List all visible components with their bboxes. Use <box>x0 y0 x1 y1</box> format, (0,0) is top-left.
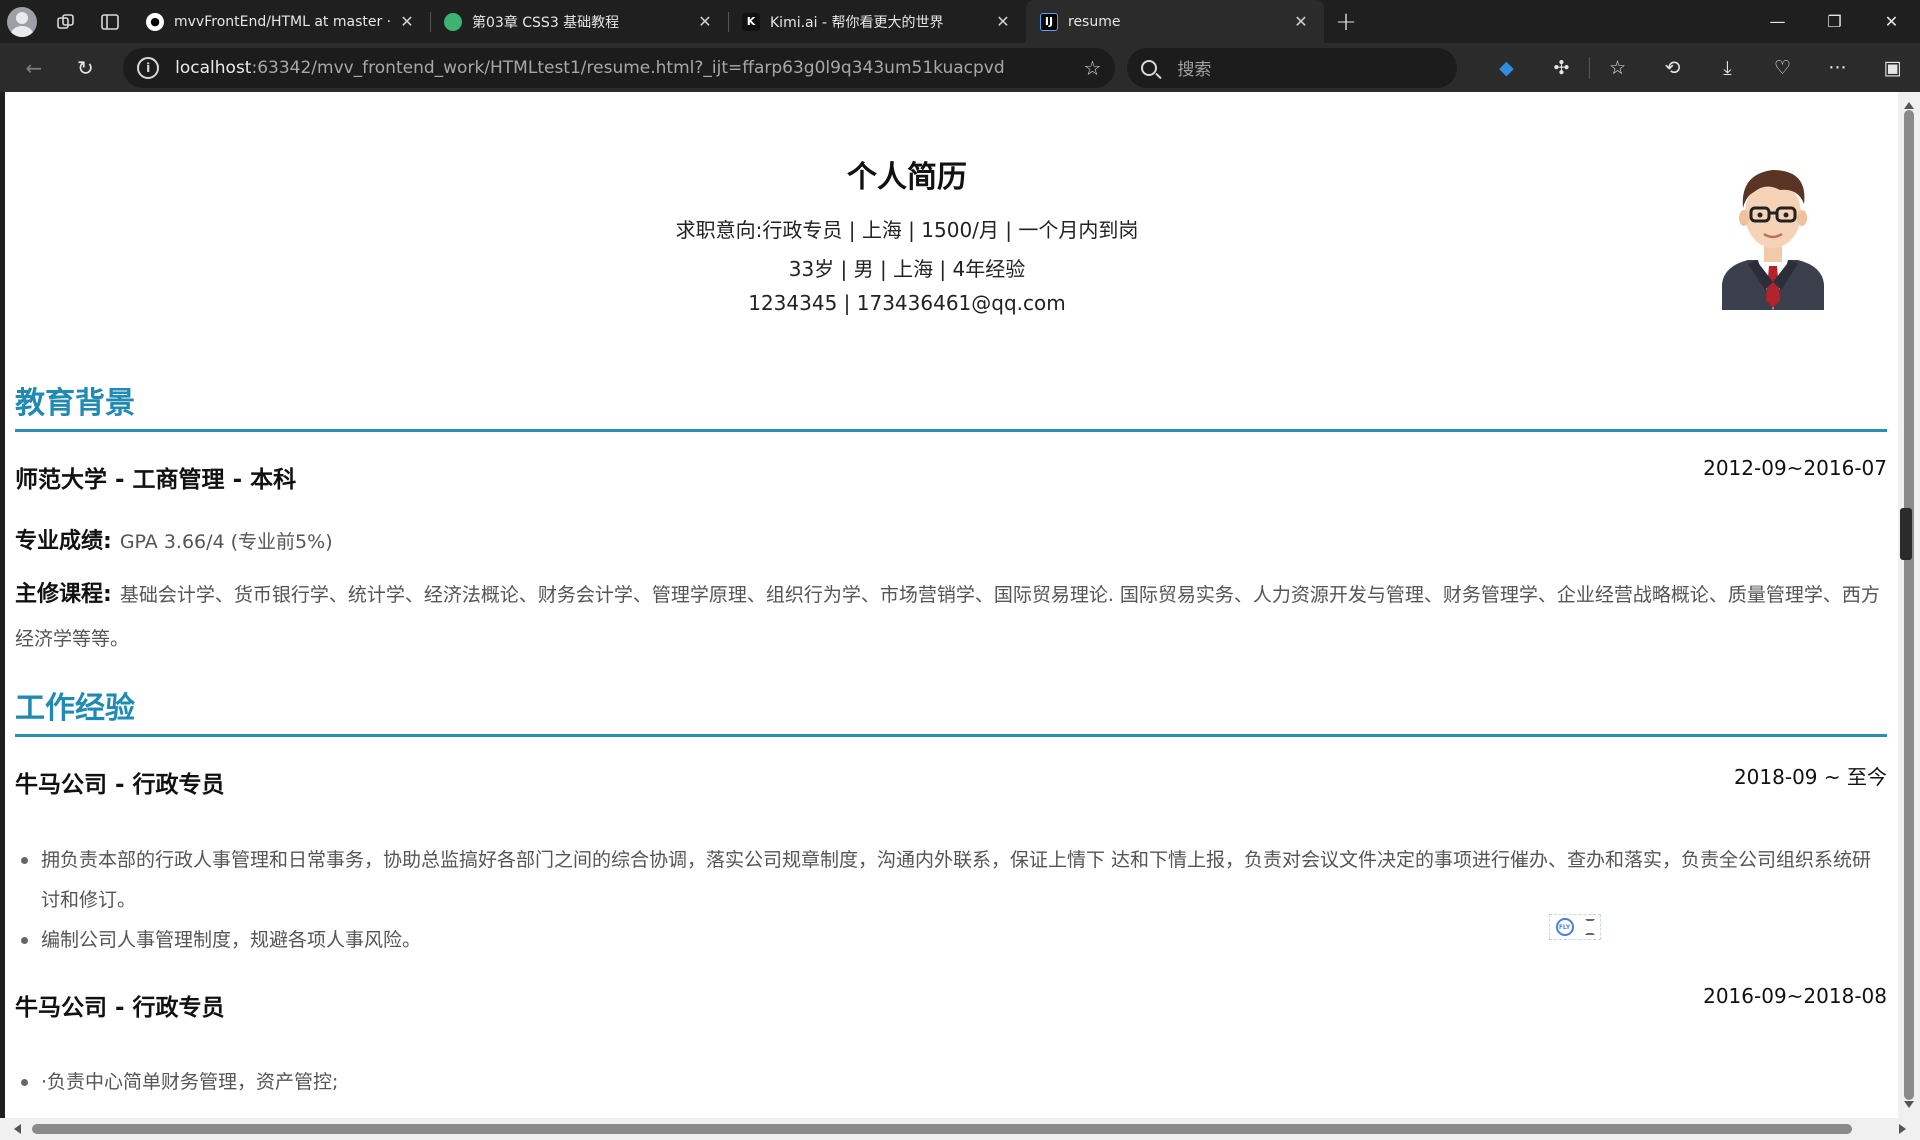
courses-row: 主修课程: 基础会计学、货币银行学、统计学、经济法概论、财务会计学、管理学原理、组… <box>15 573 1887 661</box>
close-icon[interactable]: ✕ <box>992 12 1014 31</box>
job-duties: ·负责中心简单财务管理，资产管控; <box>15 1062 1887 1102</box>
refresh-icon[interactable]: ↻ <box>60 48 112 88</box>
url-path: :63342/mvv_frontend_work/HTMLtest1/resum… <box>251 57 1005 78</box>
gpa-value: GPA 3.66/4 (专业前5%) <box>119 531 333 553</box>
more-menu-icon[interactable]: ··· <box>1810 48 1865 88</box>
side-panel-handle[interactable] <box>1900 508 1912 560</box>
extension-bird-icon[interactable]: ◆ <box>1479 48 1534 88</box>
browser-essentials-heart-icon[interactable]: ♡ <box>1755 48 1810 88</box>
scroll-down-icon[interactable] <box>1904 1101 1914 1108</box>
tab-strip: ● mvvFrontEnd/HTML at master · q ✕ 第03章 … <box>0 0 1920 43</box>
work-heading: 工作经验 <box>15 691 135 726</box>
site-info-icon[interactable]: i <box>137 56 160 79</box>
new-tab-button[interactable]: + <box>1324 0 1368 43</box>
screenshot-bracket-icon[interactable] <box>1584 919 1595 935</box>
tab-title: Kimi.ai - 帮你看更大的世界 <box>770 14 944 31</box>
gpa-label: 专业成绩: <box>15 529 112 554</box>
vertical-scrollbar[interactable] <box>1898 92 1920 1118</box>
extensions-puzzle-icon[interactable]: ✣ <box>1534 48 1589 88</box>
scroll-thumb[interactable] <box>1904 110 1914 1100</box>
job-date: 2018-09 ~ 至今 <box>1733 765 1887 789</box>
search-placeholder: 搜索 <box>1177 60 1212 80</box>
url-host: localhost <box>175 57 252 78</box>
job-date: 2016-09~2018-08 <box>1703 984 1887 1008</box>
basic-info: 33岁 | 男 | 上海 | 4年经验 <box>788 257 1026 281</box>
scroll-right-icon[interactable] <box>1899 1124 1906 1134</box>
gpa-row: 专业成绩: GPA 3.66/4 (专业前5%) <box>15 520 1887 564</box>
courses-value: 基础会计学、货币银行学、统计学、经济法概论、财务会计学、管理学原理、组织行为学、… <box>15 584 1880 650</box>
close-icon[interactable]: ✕ <box>396 12 418 31</box>
minimize-icon[interactable]: — <box>1749 0 1806 43</box>
close-icon[interactable]: ✕ <box>1290 12 1312 31</box>
workspaces-icon[interactable] <box>44 0 88 43</box>
kimi-icon: K <box>742 12 760 31</box>
favorites-icon[interactable]: ☆ <box>1590 48 1645 88</box>
back-icon[interactable]: ← <box>8 48 60 88</box>
work-divider <box>15 734 1887 737</box>
close-icon[interactable]: ✕ <box>694 12 716 31</box>
intellij-icon: IJ <box>1040 12 1058 31</box>
tab-title: 第03章 CSS3 基础教程 <box>472 14 620 31</box>
job-title: 牛马公司 - 行政专员 <box>15 995 225 1021</box>
job-intent: 求职意向:行政专员 | 上海 | 1500/月 | 一个月内到岗 <box>675 218 1139 242</box>
restore-icon[interactable]: ❐ <box>1806 0 1863 43</box>
fly-badge-icon[interactable]: FLY <box>1555 918 1574 936</box>
floating-translate-widget[interactable]: FLY <box>1549 914 1601 940</box>
favorite-star-icon[interactable]: ☆ <box>1083 56 1101 80</box>
downloads-icon[interactable]: ⤓ <box>1700 48 1755 88</box>
tab-kimi[interactable]: K Kimi.ai - 帮你看更大的世界 ✕ <box>728 0 1026 43</box>
list-item: ·负责中心简单财务管理，资产管控; <box>15 1062 1887 1102</box>
browser-toolbar: ← ↻ i localhost:63342/mvv_frontend_work/… <box>0 43 1920 92</box>
resume-header: 个人简历 求职意向:行政专员 | 上海 | 1500/月 | 一个月内到岗 33… <box>15 92 1887 322</box>
education-date: 2012-09~2016-07 <box>1703 456 1887 480</box>
search-box[interactable]: 搜索 <box>1127 47 1457 88</box>
job-title: 牛马公司 - 行政专员 <box>15 772 225 798</box>
scroll-left-icon[interactable] <box>14 1124 21 1134</box>
window-controls: — ❐ ✕ <box>1749 0 1920 43</box>
education-divider <box>15 429 1887 432</box>
avatar-photo <box>1722 170 1824 310</box>
tab-github[interactable]: ● mvvFrontEnd/HTML at master · q ✕ <box>132 0 430 43</box>
tab-css3-tutorial[interactable]: 第03章 CSS3 基础教程 ✕ <box>430 0 728 43</box>
courses-label: 主修课程: <box>15 582 112 607</box>
github-icon: ● <box>146 12 164 31</box>
page-viewport: 个人简历 求职意向:行政专员 | 上海 | 1500/月 | 一个月内到岗 33… <box>5 92 1898 1118</box>
sidebar-toggle-icon[interactable]: ▣ <box>1865 48 1920 88</box>
vertical-tabs-icon[interactable] <box>88 0 132 43</box>
tab-resume[interactable]: IJ resume ✕ <box>1026 0 1324 43</box>
profile-avatar-icon[interactable] <box>0 0 44 43</box>
list-item: 拥负责本部的行政人事管理和日常事务，协助总监搞好各部门之间的综合协调，落实公司规… <box>15 840 1887 920</box>
resume: 个人简历 求职意向:行政专员 | 上海 | 1500/月 | 一个月内到岗 33… <box>15 92 1887 1093</box>
address-bar[interactable]: i localhost:63342/mvv_frontend_work/HTML… <box>123 47 1116 88</box>
scroll-thumb[interactable] <box>32 1124 1852 1134</box>
close-window-icon[interactable]: ✕ <box>1863 0 1920 43</box>
job-duties: 拥负责本部的行政人事管理和日常事务，协助总监搞好各部门之间的综合协调，落实公司规… <box>15 840 1887 960</box>
tab-title: resume <box>1068 13 1121 30</box>
green-drop-icon <box>444 12 462 31</box>
resume-title: 个人简历 <box>847 160 967 195</box>
list-item: 编制公司人事管理制度，规避各项人事风险。 <box>15 920 1887 960</box>
contact-info: 1234345 | 173436461@qq.com <box>748 291 1066 315</box>
education-heading: 教育背景 <box>15 386 135 421</box>
scroll-up-icon[interactable] <box>1904 102 1914 109</box>
education-title: 师范大学 - 工商管理 - 本科 <box>15 467 297 493</box>
horizontal-scrollbar[interactable] <box>0 1118 1920 1140</box>
search-icon <box>1141 59 1158 76</box>
history-icon[interactable]: ⟲ <box>1645 48 1700 88</box>
tab-title: mvvFrontEnd/HTML at master · q <box>174 13 396 30</box>
